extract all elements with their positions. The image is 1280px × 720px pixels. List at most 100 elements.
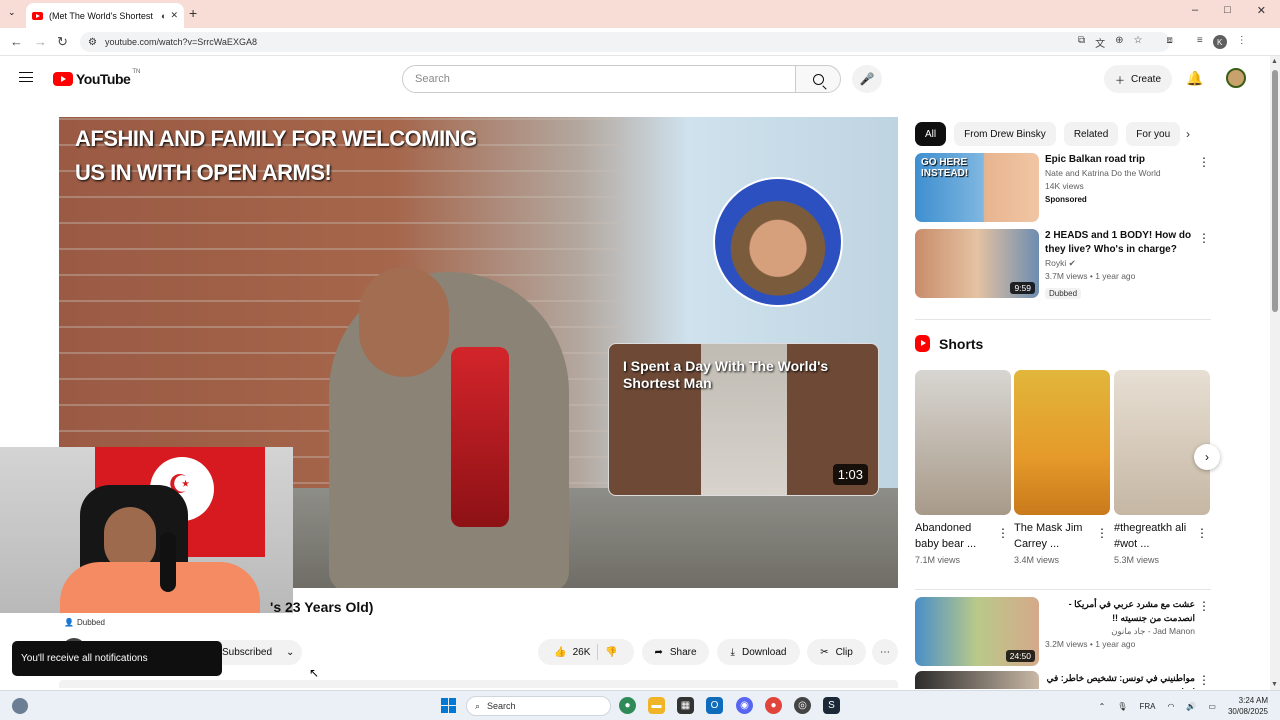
page-scrollbar[interactable]: ▲ ▼ [1270,56,1280,690]
profile-avatar[interactable]: K [1212,35,1227,49]
kebab-menu-icon[interactable]: ⋮ [1198,599,1210,613]
clip-button[interactable]: ✂ Clip [807,639,866,665]
chip-related[interactable]: Related [1063,122,1119,146]
recommendation-channel[interactable]: Royki [1045,258,1066,268]
kebab-menu-icon[interactable]: ⋮ [1198,673,1210,687]
recommendation-title[interactable]: مواطنيني في تونس: تشخيص خاطر: في ليبيا [1045,671,1195,689]
tray-overflow-chevron-icon[interactable]: ⌃ [1099,702,1106,711]
download-button[interactable]: ⤓ Download [717,639,800,665]
close-window-button[interactable]: ✕ [1257,4,1266,17]
audio-mute-icon[interactable]: ◐ [161,11,166,21]
address-bar[interactable]: ⚙ youtube.com/watch?v=SrrcWaEXGA8 [80,32,1170,52]
create-button[interactable]: ＋ Create [1104,65,1172,93]
search-button[interactable] [795,65,841,93]
dubbed-indicator: 👤 Dubbed [64,618,105,627]
kebab-menu-icon[interactable]: ⋮ [1198,155,1210,169]
mouse-cursor-icon: ↖ [309,666,320,680]
youtube-logo[interactable]: YouTube TN [53,69,140,87]
short-title[interactable]: Abandoned baby bear ... [915,520,995,552]
file-explorer-icon[interactable]: ▬ [648,697,665,714]
steam-icon[interactable]: S [823,697,840,714]
notifications-bell-icon[interactable]: 🔔 [1186,70,1203,87]
scroll-up-arrow-icon[interactable]: ▲ [1271,58,1278,65]
back-arrow-icon[interactable]: ← [10,34,23,49]
wifi-icon[interactable]: ◠ [1167,702,1174,711]
short-thumbnail[interactable] [1014,370,1110,515]
zoom-icon[interactable]: ⊕ [1115,35,1123,50]
extensions-icon[interactable]: ⧈ [1167,35,1173,50]
thumbs-down-icon[interactable]: 👎 [605,647,617,658]
forward-arrow-icon[interactable]: → [34,34,47,49]
weather-widget-icon[interactable] [12,698,28,714]
shorts-next-chevron-icon[interactable]: › [1194,444,1220,470]
obs-icon[interactable]: ◎ [794,697,811,714]
tab-search-chevron-icon[interactable]: ⌄ [8,7,16,18]
short-thumbnail[interactable] [1114,370,1210,515]
kebab-menu-icon[interactable]: ⋮ [997,526,1009,540]
recommendation-thumbnail[interactable]: 9:59 [915,229,1039,298]
taskbar-clock[interactable]: 3:24 AM 30/08/2025 [1228,695,1268,717]
battery-icon[interactable]: ▭ [1208,702,1216,711]
short-item[interactable]: Abandoned baby bear ... 7.1M views ⋮ [915,370,1011,565]
like-button[interactable]: 👍 26K [554,647,590,658]
translate-icon[interactable]: 文 [1095,35,1105,50]
store-icon[interactable]: ▦ [677,697,694,714]
kebab-menu-icon[interactable]: ⋮ [1196,526,1208,540]
minimize-button[interactable]: – [1192,4,1198,17]
short-thumbnail[interactable] [915,370,1011,515]
reading-list-icon[interactable]: ≡ [1197,35,1203,50]
scrollbar-thumb[interactable] [1272,70,1278,312]
share-button[interactable]: ➦ Share [642,639,709,665]
recommendation-item[interactable]: 24:50 عشت مع مشرد عربي في أمريكا - انصدم… [915,597,1215,667]
recommendation-title[interactable]: Epic Balkan road trip [1045,153,1195,167]
chip-from-channel[interactable]: From Drew Binsky [954,122,1056,146]
endscreen-video-card[interactable]: I Spent a Day With The World's Shortest … [608,343,879,496]
browser-tab-active[interactable]: (Met The World's Shortest ◐ ✕ [26,3,184,28]
user-avatar[interactable] [1226,68,1246,88]
kebab-menu-icon[interactable]: ⋮ [1198,231,1210,245]
volume-icon[interactable]: 🔊 [1186,702,1196,711]
start-button[interactable] [441,698,456,713]
chips-next-chevron-icon[interactable]: › [1186,127,1190,141]
chrome-active-icon[interactable]: ● [765,697,782,714]
discord-icon[interactable]: ◉ [736,697,753,714]
recommendation-item[interactable]: مواطنيني في تونس: تشخيص خاطر: في ليبيا ⋮ [915,671,1215,689]
recommendation-title[interactable]: عشت مع مشرد عربي في أمريكا - انصدمت من ج… [1045,597,1195,625]
description-box-edge[interactable] [59,680,898,688]
recommendation-thumbnail[interactable] [915,671,1039,689]
kebab-menu-icon[interactable]: ⋮ [1096,526,1108,540]
maximize-button[interactable]: □ [1224,4,1231,17]
taskbar-search[interactable]: ⌕ Search [466,696,611,716]
chip-for-you[interactable]: For you [1126,122,1181,146]
language-indicator[interactable]: FRA [1139,702,1155,711]
recommendation-thumbnail[interactable]: 24:50 [915,597,1039,666]
recommendation-title[interactable]: 2 HEADS and 1 BODY! How do they live? Wh… [1045,229,1195,257]
browser-menu-icon[interactable]: ⋮ [1237,35,1247,50]
recommendation-channel[interactable]: Jad Manon - جاد مانون [1045,625,1195,638]
voice-search-button[interactable]: 🎤 [852,65,882,93]
install-app-icon[interactable]: ⧉ [1078,35,1085,50]
tray-microphone-icon[interactable]: 🎙 [1117,702,1127,711]
short-item[interactable]: The Mask Jim Carrey ... 3.4M views ⋮ [1014,370,1110,565]
tab-close-icon[interactable]: ✕ [170,10,178,21]
short-title[interactable]: #thegreatkh ali #wot ... [1114,520,1194,552]
recommendation-thumbnail[interactable]: GO HERE INSTEAD! [915,153,1039,222]
endscreen-channel-avatar[interactable] [713,177,843,307]
short-item[interactable]: #thegreatkh ali #wot ... 5.3M views ⋮ [1114,370,1210,565]
recommendation-item[interactable]: GO HERE INSTEAD! Epic Balkan road trip N… [915,153,1215,225]
menu-hamburger-icon[interactable] [19,72,33,82]
scroll-down-arrow-icon[interactable]: ▼ [1271,681,1278,688]
chrome-icon[interactable]: ● [619,697,636,714]
site-info-icon[interactable]: ⚙ [88,37,97,48]
recommendation-channel[interactable]: Nate and Katrina Do the World [1045,167,1195,180]
more-actions-button[interactable]: ⋯ [872,639,898,665]
search-input[interactable]: Search [402,65,796,93]
short-title[interactable]: The Mask Jim Carrey ... [1014,520,1094,552]
subscribed-button[interactable]: Subscribed ⌄ [212,640,302,665]
recommendation-item[interactable]: 9:59 2 HEADS and 1 BODY! How do they liv… [915,229,1215,301]
chip-all[interactable]: All [915,122,947,146]
reload-icon[interactable]: ↻ [57,34,68,50]
bookmark-star-icon[interactable]: ☆ [1134,35,1143,50]
new-tab-button[interactable]: + [189,5,197,21]
outlook-icon[interactable]: O [706,697,723,714]
